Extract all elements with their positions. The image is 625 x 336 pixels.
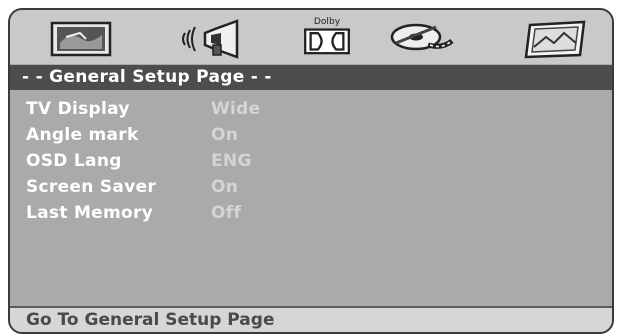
dolby-setup-icon[interactable]: Dolby — [292, 15, 362, 55]
menu-item-value: ENG — [211, 151, 252, 171]
menu-item-label: Last Memory — [26, 203, 154, 223]
menu-item-label: Screen Saver — [26, 177, 157, 197]
audio-setup-icon[interactable] — [177, 19, 247, 59]
setup-menu-list: TV Display Wide Angle mark On OSD Lang E… — [10, 96, 612, 226]
menu-item-angle-mark[interactable]: Angle mark On — [10, 122, 612, 148]
menu-item-label: TV Display — [26, 99, 130, 119]
video-setup-icon[interactable] — [386, 19, 456, 59]
status-bar: Go To General Setup Page — [10, 306, 612, 332]
menu-item-value: On — [211, 177, 239, 197]
page-title: - - General Setup Page - - — [10, 65, 612, 90]
menu-item-value: Off — [211, 203, 242, 223]
general-setup-icon[interactable] — [46, 19, 116, 59]
menu-item-label: Angle mark — [26, 125, 139, 145]
menu-item-screen-saver[interactable]: Screen Saver On — [10, 174, 612, 200]
setup-menu-window: Dolby - - General Setup Page - - TV Disp… — [8, 8, 614, 334]
preference-icon[interactable] — [520, 19, 590, 59]
dolby-label: Dolby — [314, 17, 341, 27]
menu-item-osd-lang[interactable]: OSD Lang ENG — [10, 148, 612, 174]
setup-tab-bar: Dolby — [10, 10, 612, 64]
menu-item-label: OSD Lang — [26, 151, 122, 171]
menu-item-last-memory[interactable]: Last Memory Off — [10, 200, 612, 226]
menu-item-tv-display[interactable]: TV Display Wide — [10, 96, 612, 122]
menu-item-value: On — [211, 125, 239, 145]
menu-item-value: Wide — [211, 99, 261, 119]
